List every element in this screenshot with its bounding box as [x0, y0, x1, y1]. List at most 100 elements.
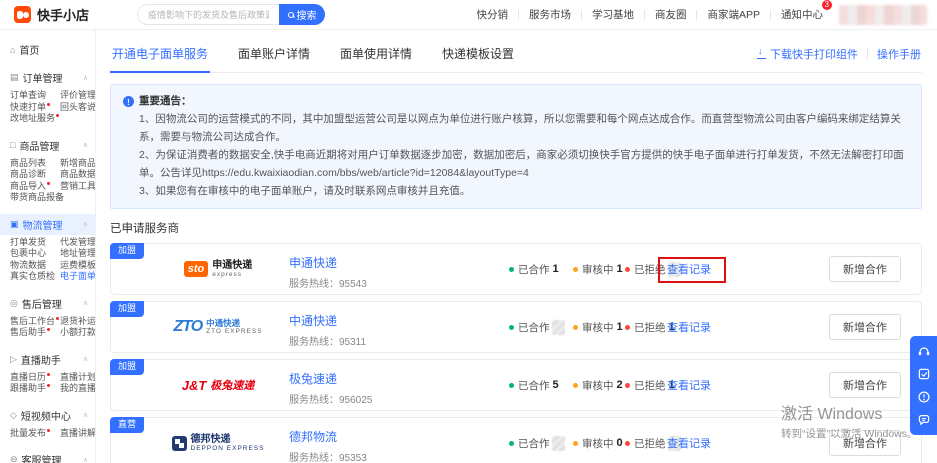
- applied-providers-title: 已申请服务商: [110, 220, 922, 236]
- sidebar-item[interactable]: 运费模板: [60, 260, 96, 272]
- app-window: 快手小店 搜索 快分销 服务市场 学习基地 商友圈 商家端APP 通知中心3 ⌂…: [0, 0, 937, 463]
- provider-card-deppon: 直营 德邦快递DEPPON EXPRESS 德邦物流 服务热线：95353 已合…: [110, 417, 922, 463]
- hotline: 服务热线：95311: [289, 333, 366, 348]
- new-cooperation-button[interactable]: 新增合作: [829, 256, 901, 282]
- user-account-redacted[interactable]: [839, 5, 927, 25]
- tab-express-template-settings[interactable]: 快递模板设置: [440, 43, 516, 72]
- sidebar-item[interactable]: 小额打款: [60, 327, 96, 339]
- divider: [696, 10, 697, 20]
- red-dot-badge: [47, 384, 50, 387]
- sidebar-item[interactable]: 订单查询: [10, 90, 60, 102]
- new-cooperation-button[interactable]: 新增合作: [829, 314, 901, 340]
- green-dot-icon: [509, 441, 514, 446]
- orange-dot-icon: [573, 441, 578, 446]
- search-input[interactable]: [137, 4, 279, 25]
- short-video-icon: ◇: [10, 410, 17, 421]
- sidebar-item[interactable]: 评价管理: [60, 90, 96, 102]
- carrier-info: 极兔速递 服务热线：956025: [289, 370, 372, 406]
- chevron-up-icon: [83, 220, 88, 228]
- carrier-name-link[interactable]: 极兔速递: [289, 370, 372, 387]
- chat-icon[interactable]: [917, 413, 931, 427]
- sidebar-section-live-assistant[interactable]: ▷直播助手: [0, 349, 95, 370]
- sidebar-item[interactable]: 带货商品报备: [10, 192, 60, 204]
- sidebar-item[interactable]: 地址管理: [60, 248, 96, 260]
- chevron-up-icon: [83, 141, 88, 149]
- sidebar-item[interactable]: 商品诊断: [10, 169, 60, 181]
- sidebar-item-home[interactable]: ⌂首页: [0, 30, 95, 57]
- kuaishou-logo-icon: [14, 6, 31, 23]
- sidebar-item[interactable]: 商品数据: [60, 169, 96, 181]
- live-icon: ▷: [10, 354, 17, 365]
- sidebar-item[interactable]: 商品导入: [10, 181, 60, 193]
- floating-toolbar: [910, 336, 937, 435]
- sidebar: ⌂首页 ▤订单管理 订单查询 评价管理 快速打单 回头客说 改地址服务 □商品管…: [0, 30, 96, 463]
- sidebar-group: 直播日历 直播计划 跟播助手 我的直播: [0, 370, 95, 395]
- sidebar-item[interactable]: 我的直播: [60, 383, 96, 395]
- operation-manual-link[interactable]: 操作手册: [877, 46, 921, 62]
- view-records-link[interactable]: 查看记录: [667, 261, 711, 277]
- sidebar-item[interactable]: 售后助手: [10, 327, 60, 339]
- provider-card-jt: 加盟 J&T 极兔速递 极兔速递 服务热线：956025 已合作5 审核中2 已…: [110, 359, 922, 411]
- sidebar-group: 商品列表 新增商品 商品诊断 商品数据 商品导入 营销工具箱 带货商品报备: [0, 156, 95, 204]
- sidebar-item[interactable]: 真实仓质检: [10, 271, 60, 283]
- red-dot-badge: [47, 328, 50, 331]
- sidebar-section-orders[interactable]: ▤订单管理: [0, 67, 95, 88]
- form-icon[interactable]: [917, 367, 931, 381]
- nav-learning-base[interactable]: 学习基地: [592, 7, 634, 22]
- red-dot-badge: [56, 317, 59, 320]
- sidebar-item[interactable]: 代发管理: [60, 237, 96, 249]
- carrier-name-link[interactable]: 德邦物流: [289, 428, 367, 445]
- tab-waybill-usage-detail[interactable]: 面单使用详情: [338, 43, 414, 72]
- tab-waybill-account-detail[interactable]: 面单账户详情: [236, 43, 312, 72]
- download-print-component-link[interactable]: 下载快手打印组件: [757, 46, 858, 62]
- view-records-link[interactable]: 查看记录: [667, 319, 711, 335]
- sidebar-section-products[interactable]: □商品管理: [0, 135, 95, 156]
- sidebar-item[interactable]: 快速打单: [10, 102, 60, 114]
- new-cooperation-button[interactable]: 新增合作: [829, 430, 901, 456]
- nav-kuaifenxiao[interactable]: 快分销: [476, 7, 508, 22]
- sidebar-item[interactable]: 批量发布: [10, 428, 60, 440]
- orders-icon: ▤: [10, 72, 19, 83]
- nav-merchant-circle[interactable]: 商友圈: [655, 7, 687, 22]
- download-icon: [757, 49, 766, 59]
- sidebar-item[interactable]: 新增商品: [60, 158, 96, 170]
- carrier-name-link[interactable]: 中通快递: [289, 312, 366, 329]
- sidebar-item[interactable]: 营销工具箱: [60, 181, 96, 193]
- orange-dot-icon: [573, 325, 578, 330]
- redacted-value: [552, 320, 565, 335]
- green-dot-icon: [509, 267, 514, 272]
- sidebar-item[interactable]: 直播日历: [10, 372, 60, 384]
- operation-type-tag: 直营: [110, 417, 144, 433]
- sidebar-item[interactable]: 售后工作台: [10, 316, 60, 328]
- chevron-up-icon: [83, 411, 88, 419]
- sidebar-item[interactable]: 物流数据: [10, 260, 60, 272]
- nav-service-market[interactable]: 服务市场: [529, 7, 571, 22]
- nav-notification-center[interactable]: 通知中心3: [781, 7, 823, 22]
- sidebar-item[interactable]: 跟播助手: [10, 383, 60, 395]
- sidebar-section-logistics[interactable]: ▣物流管理: [0, 214, 95, 235]
- operation-type-tag: 加盟: [110, 359, 144, 375]
- nav-merchant-app[interactable]: 商家端APP: [707, 7, 760, 22]
- sidebar-item[interactable]: 商品列表: [10, 158, 60, 170]
- tab-open-ewaybill-service[interactable]: 开通电子面单服务: [110, 43, 210, 73]
- new-cooperation-button[interactable]: 新增合作: [829, 372, 901, 398]
- sidebar-section-customer-service[interactable]: ⊖客服管理: [0, 449, 95, 463]
- view-records-link[interactable]: 查看记录: [667, 435, 711, 451]
- sidebar-item[interactable]: 直播计划: [60, 372, 96, 384]
- provider-card-sto: 加盟 sto 申通快递express 申通快递 服务热线：95543 已合作1 …: [110, 243, 922, 295]
- view-records-link[interactable]: 查看记录: [667, 377, 711, 393]
- sidebar-item[interactable]: 回头客说: [60, 102, 96, 114]
- sidebar-item[interactable]: 打单发货: [10, 237, 60, 249]
- carrier-name-link[interactable]: 申通快递: [289, 254, 367, 271]
- red-dot-badge: [47, 182, 50, 185]
- headset-icon[interactable]: [917, 344, 931, 358]
- sidebar-section-short-video[interactable]: ◇短视频中心: [0, 405, 95, 426]
- sidebar-item[interactable]: 包裹中心: [10, 248, 60, 260]
- sidebar-item[interactable]: 改地址服务: [10, 113, 60, 125]
- sidebar-item[interactable]: 直播讲解: [60, 428, 96, 440]
- search-button[interactable]: 搜索: [279, 4, 325, 25]
- sidebar-item-ewaybill-active[interactable]: 电子面单: [60, 271, 96, 283]
- sidebar-section-aftersale[interactable]: ◎售后管理: [0, 293, 95, 314]
- alert-icon[interactable]: [917, 390, 931, 404]
- sidebar-item[interactable]: 退货补运费: [60, 316, 96, 328]
